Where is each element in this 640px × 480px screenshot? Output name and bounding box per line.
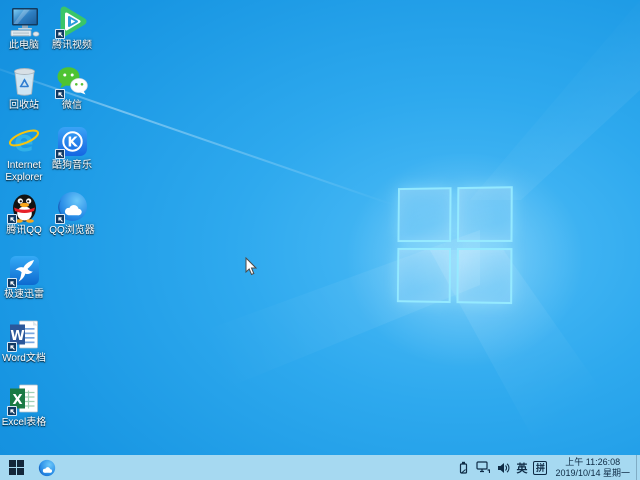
desktop-icon-qq-browser[interactable]: QQ浏览器 (48, 190, 96, 237)
shortcut-arrow-badge (55, 29, 65, 39)
desktop-icon-tencent-video[interactable]: 腾讯视频 (48, 5, 96, 52)
icon-label: 此电脑 (0, 40, 48, 52)
desktop-icon-excel-sheet[interactable]: X Excel表格 (0, 382, 48, 429)
icon-label: Excel表格 (0, 417, 48, 429)
shortcut-arrow-badge (7, 278, 17, 288)
clock-time: 上午 11:26:08 (555, 457, 630, 468)
tencent-video-icon (56, 5, 89, 38)
taskbar: 英 拼 上午 11:26:08 2019/10/14 星期一 (0, 455, 640, 480)
icon-label: QQ浏览器 (48, 225, 96, 237)
icon-label: 腾讯视频 (48, 40, 96, 52)
qq-browser-icon (56, 190, 89, 223)
system-tray: 英 拼 上午 11:26:08 2019/10/14 星期一 (453, 455, 640, 480)
taskbar-clock[interactable]: 上午 11:26:08 2019/10/14 星期一 (555, 457, 630, 478)
show-desktop-button[interactable] (636, 455, 640, 480)
desktop-wallpaper (0, 0, 640, 480)
shortcut-arrow-badge (7, 406, 17, 416)
windows-logo-pane (397, 187, 451, 242)
this-pc-icon (8, 5, 41, 38)
clock-date: 2019/10/14 星期一 (555, 468, 630, 479)
shortcut-arrow-badge (55, 149, 65, 159)
desktop-icon-recycle-bin[interactable]: 回收站 (0, 65, 48, 112)
windows-logo-pane (397, 248, 451, 303)
windows-logo-pane (456, 248, 512, 304)
icon-label: 腾讯QQ (0, 225, 48, 237)
qq-browser-icon (38, 459, 56, 477)
usb-safely-remove-icon[interactable] (455, 455, 471, 480)
recycle-bin-icon (8, 65, 41, 98)
desktop-icon-xunlei-thunder[interactable]: 极速迅雷 (0, 254, 48, 301)
word-document-icon: W (8, 318, 41, 351)
desktop-icon-wechat[interactable]: 微信 (48, 65, 96, 112)
kugou-music-icon: K (56, 125, 89, 158)
shortcut-arrow-badge (7, 214, 17, 224)
desktop-icon-internet-explorer[interactable]: e Internet Explorer (0, 125, 48, 184)
ime-indicator[interactable]: 拼 (533, 461, 547, 475)
shortcut-arrow-badge (55, 214, 65, 224)
icon-label: 微信 (48, 100, 96, 112)
svg-text:K: K (67, 136, 78, 151)
icon-label: 极速迅雷 (0, 289, 48, 301)
windows-logo (397, 186, 513, 304)
language-indicator[interactable]: 英 (516, 460, 527, 476)
desktop-icon-this-pc[interactable]: 此电脑 (0, 5, 48, 52)
shortcut-arrow-badge (7, 342, 17, 352)
tencent-qq-icon (8, 190, 41, 223)
desktop-icon-kugou-music[interactable]: K 酷狗音乐 (48, 125, 96, 172)
desktop-icon-tencent-qq[interactable]: 腾讯QQ (0, 190, 48, 237)
windows-logo-pane (457, 186, 513, 242)
icon-label: Word文档 (0, 353, 48, 365)
network-icon[interactable] (475, 455, 491, 480)
start-button[interactable] (0, 455, 32, 480)
wechat-icon (56, 65, 89, 98)
desktop-icon-word-document[interactable]: W Word文档 (0, 318, 48, 365)
xunlei-thunder-icon (8, 254, 41, 287)
excel-sheet-icon: X (8, 382, 41, 415)
windows-start-icon (9, 460, 24, 475)
icon-label: 酷狗音乐 (48, 160, 96, 172)
internet-explorer-icon: e (8, 125, 41, 158)
icon-label: 回收站 (0, 100, 48, 112)
taskbar-app-qq-browser[interactable] (32, 455, 62, 480)
volume-icon[interactable] (495, 455, 511, 480)
icon-label: Internet Explorer (0, 160, 48, 184)
windows-desktop: 此电脑 腾讯视频 (0, 0, 640, 480)
shortcut-arrow-badge (55, 89, 65, 99)
